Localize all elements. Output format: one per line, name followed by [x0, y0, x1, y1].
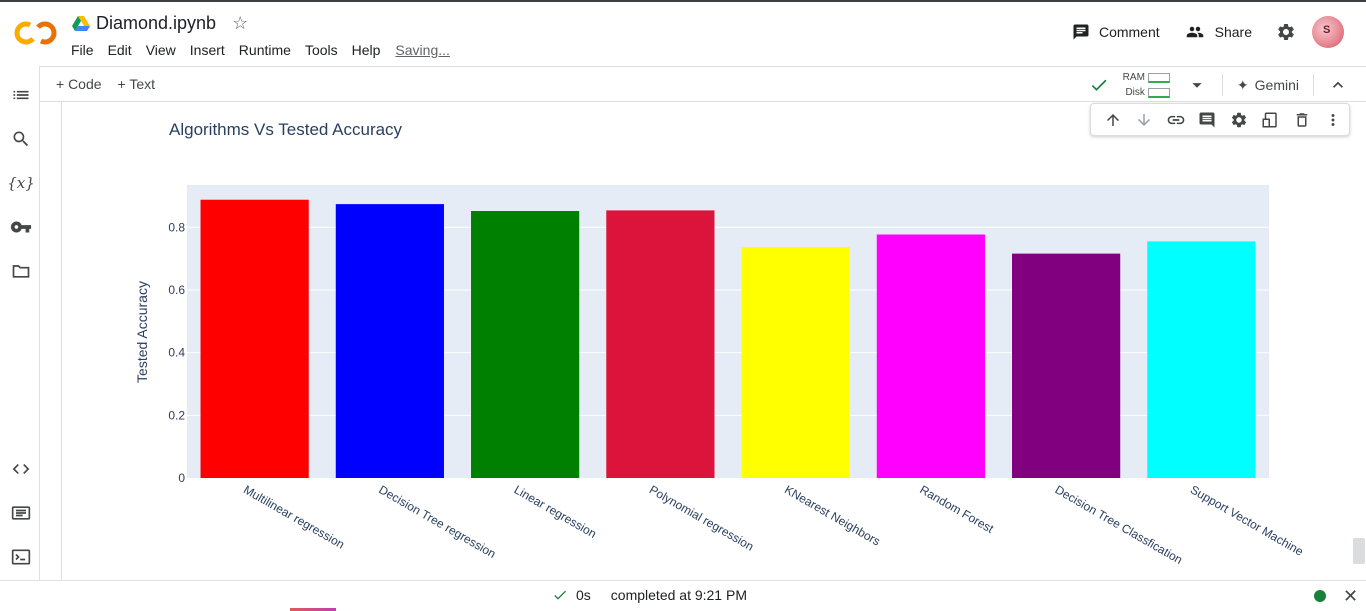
toc-icon[interactable]	[10, 84, 32, 106]
cell-toolbar	[1090, 103, 1350, 136]
add-code-button[interactable]: + Code	[56, 76, 102, 92]
code-snippets-icon[interactable]	[10, 458, 32, 480]
comment-cell-icon[interactable]	[1192, 106, 1224, 134]
y-axis-label: Tested Accuracy	[134, 281, 150, 383]
link-icon[interactable]	[1160, 106, 1192, 134]
comment-icon	[1073, 24, 1089, 40]
share-label: Share	[1214, 24, 1252, 40]
bar[interactable]	[876, 234, 985, 478]
bar[interactable]	[606, 210, 715, 479]
search-icon[interactable]	[10, 128, 32, 150]
x-tick-label: KNearest Neighbors	[782, 482, 883, 548]
star-icon[interactable]: ☆	[232, 13, 248, 34]
folder-icon[interactable]	[10, 260, 32, 282]
ram-meter	[1147, 72, 1170, 83]
menu-help[interactable]: Help	[352, 42, 381, 58]
bar[interactable]	[200, 199, 309, 478]
gemini-icon: ✦	[1236, 76, 1249, 93]
saving-status[interactable]: Saving...	[395, 42, 449, 58]
bar-chart: Algorithms Vs Tested Accuracy 0 0.2 0.4 0.6…	[134, 120, 1306, 567]
chevron-up-icon[interactable]	[1328, 75, 1348, 95]
share-button[interactable]: Share	[1184, 23, 1252, 41]
menu-file[interactable]: File	[71, 42, 94, 58]
bar[interactable]	[471, 211, 580, 478]
close-icon[interactable]: ✕	[1343, 586, 1358, 607]
delete-icon[interactable]	[1286, 106, 1318, 134]
x-tick-label: Support Vector Machine	[1188, 482, 1306, 558]
more-vert-icon[interactable]	[1318, 106, 1350, 134]
resource-monitor[interactable]: RAM Disk	[1123, 70, 1170, 100]
colab-logo[interactable]	[14, 18, 58, 48]
left-sidebar: {x}	[0, 66, 40, 580]
gear-icon[interactable]	[1276, 22, 1296, 42]
cell-settings-icon[interactable]	[1223, 106, 1255, 134]
status-bar: 0s completed at 9:21 PM ✕	[0, 580, 1366, 611]
bar[interactable]	[1147, 241, 1256, 478]
notebook-toolbar: + Code + Text RAM Disk ✦ Gemini	[40, 66, 1366, 102]
avatar-letter: S	[1323, 24, 1331, 36]
toolbar-divider-2	[1313, 74, 1314, 96]
gemini-label: Gemini	[1254, 77, 1299, 93]
y-tick-label: 0.4	[168, 346, 185, 360]
comment-button[interactable]: Comment	[1072, 23, 1160, 41]
check-icon	[554, 590, 566, 600]
avatar[interactable]: S	[1312, 16, 1344, 48]
command-palette-icon[interactable]	[10, 502, 32, 524]
x-tick-label: Decision Tree Classfication	[1053, 482, 1185, 566]
terminal-icon[interactable]	[10, 546, 32, 568]
notebook-content: Algorithms Vs Tested Accuracy 0 0.2 0.4 0.6…	[41, 102, 1366, 580]
y-tick-label: 0.8	[168, 220, 185, 234]
menu-edit[interactable]: Edit	[108, 42, 132, 58]
bar[interactable]	[1012, 253, 1121, 478]
menu-runtime[interactable]: Runtime	[239, 42, 291, 58]
add-text-button[interactable]: + Text	[118, 76, 156, 92]
connected-check-icon	[1091, 79, 1107, 91]
execution-duration: 0s	[576, 587, 591, 603]
menu-bar: File Edit View Insert Runtime Tools Help…	[71, 42, 464, 58]
menu-view[interactable]: View	[146, 42, 176, 58]
x-tick-label: Multilinear regression	[241, 482, 347, 551]
people-icon	[1186, 26, 1203, 38]
disk-label: Disk	[1125, 87, 1145, 98]
scrollbar-thumb[interactable]	[1353, 538, 1365, 564]
gemini-button[interactable]: ✦ Gemini	[1237, 77, 1299, 94]
variables-icon[interactable]: {x}	[7, 172, 35, 194]
drive-icon	[72, 15, 90, 31]
completed-time[interactable]: completed at 9:21 PM	[611, 587, 747, 603]
menu-tools[interactable]: Tools	[305, 42, 338, 58]
y-tick-label: 0	[178, 471, 185, 485]
x-tick-label: Random Forest	[917, 482, 996, 536]
chart-title: Algorithms Vs Tested Accuracy	[169, 120, 403, 139]
toolbar-divider	[1221, 74, 1223, 96]
y-tick-label: 0.6	[168, 283, 185, 297]
menu-insert[interactable]: Insert	[190, 42, 225, 58]
y-tick-label: 0.2	[168, 408, 185, 422]
mirror-cell-icon[interactable]	[1255, 106, 1287, 134]
x-tick-label: Polynomial regression	[647, 482, 756, 553]
x-axis-ticks: Multilinear regression Decision Tree regr…	[241, 482, 1306, 566]
y-axis-ticks: 0 0.2 0.4 0.6 0.8	[168, 220, 185, 485]
ram-label: RAM	[1122, 72, 1145, 83]
notebook-title[interactable]: Diamond.ipynb	[96, 13, 216, 34]
header: Diamond.ipynb ☆ File Edit View Insert Ru…	[0, 2, 1366, 66]
move-down-icon[interactable]	[1129, 106, 1161, 134]
bar[interactable]	[741, 247, 850, 478]
runtime-status-dot[interactable]	[1314, 590, 1326, 602]
x-tick-label: Linear regression	[512, 482, 599, 540]
key-icon[interactable]	[10, 216, 32, 238]
disk-meter	[1147, 87, 1170, 98]
bar[interactable]	[335, 204, 444, 478]
move-up-icon[interactable]	[1097, 106, 1129, 134]
comment-label: Comment	[1098, 24, 1160, 40]
chevron-down-icon[interactable]	[1186, 74, 1208, 96]
x-tick-label: Decision Tree regression	[376, 482, 498, 560]
